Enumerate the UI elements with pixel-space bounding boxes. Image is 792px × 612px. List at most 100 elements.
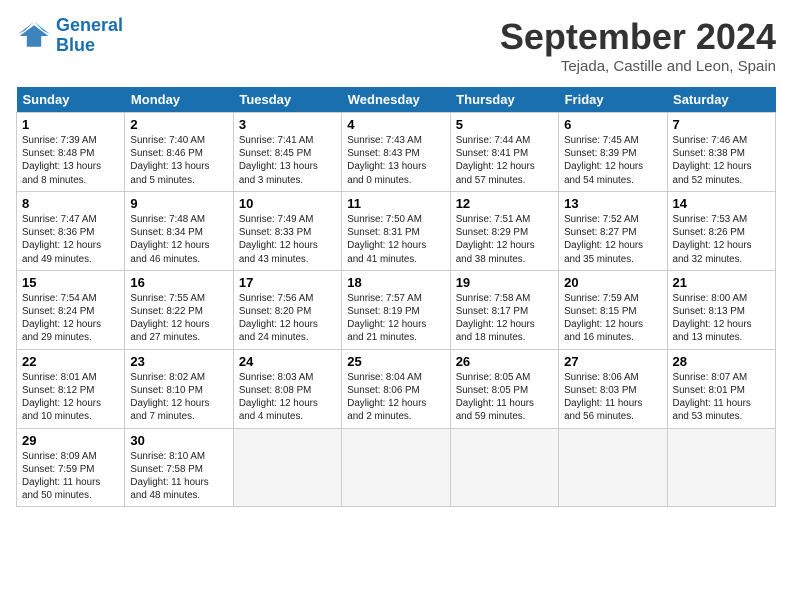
calendar-cell: 10Sunrise: 7:49 AM Sunset: 8:33 PM Dayli… [233,191,341,270]
day-number: 5 [456,117,553,132]
day-number: 15 [22,275,119,290]
calendar-cell: 22 Sunrise: 8:01 AM Sunset: 8:12 PM Dayli… [17,349,125,428]
calendar-cell: 3 Sunrise: 7:41 AM Sunset: 8:45 PM Daylig… [233,113,341,192]
calendar-cell: 20 Sunrise: 7:59 AM Sunset: 8:15 PM Dayli… [559,270,667,349]
day-number: 30 [130,433,227,448]
weekday-header-friday: Friday [559,87,667,113]
calendar-week-1: 1 Sunrise: 7:39 AM Sunset: 8:48 PM Daylig… [17,113,776,192]
day-number: 20 [564,275,661,290]
cell-info: Sunrise: 7:39 AM Sunset: 8:48 PM Dayligh… [22,134,119,187]
calendar-cell [450,428,558,507]
day-number: 8 [22,196,119,211]
calendar-week-2: 8Sunrise: 7:47 AM Sunset: 8:36 PM Daylig… [17,191,776,270]
cell-info: Sunrise: 8:04 AM Sunset: 8:06 PM Dayligh… [347,371,444,424]
calendar-cell: 19 Sunrise: 7:58 AM Sunset: 8:17 PM Dayli… [450,270,558,349]
calendar-cell: 23 Sunrise: 8:02 AM Sunset: 8:10 PM Dayli… [125,349,233,428]
cell-info: Sunrise: 7:56 AM Sunset: 8:20 PM Dayligh… [239,292,336,345]
day-number: 11 [347,196,444,211]
cell-info: Sunrise: 7:50 AM Sunset: 8:31 PM Dayligh… [347,213,444,266]
cell-info: Sunrise: 7:54 AM Sunset: 8:24 PM Dayligh… [22,292,119,345]
month-title: September 2024 [500,16,776,58]
calendar-cell: 4 Sunrise: 7:43 AM Sunset: 8:43 PM Daylig… [342,113,450,192]
calendar-cell [233,428,341,507]
cell-info: Sunrise: 7:51 AM Sunset: 8:29 PM Dayligh… [456,213,553,266]
cell-info: Sunrise: 7:59 AM Sunset: 8:15 PM Dayligh… [564,292,661,345]
cell-info: Sunrise: 7:57 AM Sunset: 8:19 PM Dayligh… [347,292,444,345]
weekday-header-thursday: Thursday [450,87,558,113]
day-number: 21 [673,275,770,290]
day-number: 16 [130,275,227,290]
cell-info: Sunrise: 8:01 AM Sunset: 8:12 PM Dayligh… [22,371,119,424]
cell-info: Sunrise: 8:10 AM Sunset: 7:58 PM Dayligh… [130,450,227,503]
cell-info: Sunrise: 8:02 AM Sunset: 8:10 PM Dayligh… [130,371,227,424]
cell-info: Sunrise: 8:03 AM Sunset: 8:08 PM Dayligh… [239,371,336,424]
calendar-cell [342,428,450,507]
calendar-cell [667,428,775,507]
calendar-cell: 30 Sunrise: 8:10 AM Sunset: 7:58 PM Dayli… [125,428,233,507]
day-number: 4 [347,117,444,132]
day-number: 14 [673,196,770,211]
calendar-cell: 29 Sunrise: 8:09 AM Sunset: 7:59 PM Dayli… [17,428,125,507]
day-number: 3 [239,117,336,132]
cell-info: Sunrise: 7:44 AM Sunset: 8:41 PM Dayligh… [456,134,553,187]
calendar-cell: 14 Sunrise: 7:53 AM Sunset: 8:26 PM Dayli… [667,191,775,270]
calendar-week-4: 22 Sunrise: 8:01 AM Sunset: 8:12 PM Dayli… [17,349,776,428]
weekday-header-row: SundayMondayTuesdayWednesdayThursdayFrid… [17,87,776,113]
page-header: General Blue September 2024 Tejada, Cast… [16,16,776,75]
cell-info: Sunrise: 7:41 AM Sunset: 8:45 PM Dayligh… [239,134,336,187]
cell-info: Sunrise: 8:00 AM Sunset: 8:13 PM Dayligh… [673,292,770,345]
cell-info: Sunrise: 8:07 AM Sunset: 8:01 PM Dayligh… [673,371,770,424]
day-number: 10 [239,196,336,211]
calendar-cell: 24 Sunrise: 8:03 AM Sunset: 8:08 PM Dayli… [233,349,341,428]
title-block: September 2024 Tejada, Castille and Leon… [500,16,776,75]
calendar-cell: 18 Sunrise: 7:57 AM Sunset: 8:19 PM Dayli… [342,270,450,349]
day-number: 23 [130,354,227,369]
weekday-header-monday: Monday [125,87,233,113]
cell-info: Sunrise: 7:53 AM Sunset: 8:26 PM Dayligh… [673,213,770,266]
day-number: 29 [22,433,119,448]
day-number: 9 [130,196,227,211]
day-number: 18 [347,275,444,290]
logo-text-blue: Blue [56,36,123,56]
day-number: 1 [22,117,119,132]
cell-info: Sunrise: 8:09 AM Sunset: 7:59 PM Dayligh… [22,450,119,503]
weekday-header-sunday: Sunday [17,87,125,113]
calendar-cell: 2 Sunrise: 7:40 AM Sunset: 8:46 PM Daylig… [125,113,233,192]
cell-info: Sunrise: 7:43 AM Sunset: 8:43 PM Dayligh… [347,134,444,187]
day-number: 6 [564,117,661,132]
day-number: 28 [673,354,770,369]
day-number: 17 [239,275,336,290]
location-subtitle: Tejada, Castille and Leon, Spain [500,58,776,75]
day-number: 26 [456,354,553,369]
cell-info: Sunrise: 7:40 AM Sunset: 8:46 PM Dayligh… [130,134,227,187]
cell-info: Sunrise: 7:58 AM Sunset: 8:17 PM Dayligh… [456,292,553,345]
cell-info: Sunrise: 7:55 AM Sunset: 8:22 PM Dayligh… [130,292,227,345]
calendar-cell: 1 Sunrise: 7:39 AM Sunset: 8:48 PM Daylig… [17,113,125,192]
cell-info: Sunrise: 7:45 AM Sunset: 8:39 PM Dayligh… [564,134,661,187]
calendar-cell: 28 Sunrise: 8:07 AM Sunset: 8:01 PM Dayli… [667,349,775,428]
cell-info: Sunrise: 7:52 AM Sunset: 8:27 PM Dayligh… [564,213,661,266]
day-number: 27 [564,354,661,369]
calendar-cell: 5 Sunrise: 7:44 AM Sunset: 8:41 PM Daylig… [450,113,558,192]
cell-info: Sunrise: 8:06 AM Sunset: 8:03 PM Dayligh… [564,371,661,424]
calendar-cell: 8Sunrise: 7:47 AM Sunset: 8:36 PM Daylig… [17,191,125,270]
calendar-cell: 16 Sunrise: 7:55 AM Sunset: 8:22 PM Dayli… [125,270,233,349]
cell-info: Sunrise: 7:46 AM Sunset: 8:38 PM Dayligh… [673,134,770,187]
weekday-header-tuesday: Tuesday [233,87,341,113]
day-number: 12 [456,196,553,211]
day-number: 24 [239,354,336,369]
day-number: 13 [564,196,661,211]
cell-info: Sunrise: 7:48 AM Sunset: 8:34 PM Dayligh… [130,213,227,266]
calendar-cell: 7 Sunrise: 7:46 AM Sunset: 8:38 PM Daylig… [667,113,775,192]
calendar-week-5: 29 Sunrise: 8:09 AM Sunset: 7:59 PM Dayli… [17,428,776,507]
day-number: 19 [456,275,553,290]
calendar-cell: 21 Sunrise: 8:00 AM Sunset: 8:13 PM Dayli… [667,270,775,349]
weekday-header-wednesday: Wednesday [342,87,450,113]
day-number: 22 [22,354,119,369]
day-number: 2 [130,117,227,132]
calendar-cell: 12 Sunrise: 7:51 AM Sunset: 8:29 PM Dayli… [450,191,558,270]
calendar-cell: 27 Sunrise: 8:06 AM Sunset: 8:03 PM Dayli… [559,349,667,428]
cell-info: Sunrise: 8:05 AM Sunset: 8:05 PM Dayligh… [456,371,553,424]
day-number: 7 [673,117,770,132]
calendar-cell: 25Sunrise: 8:04 AM Sunset: 8:06 PM Dayli… [342,349,450,428]
